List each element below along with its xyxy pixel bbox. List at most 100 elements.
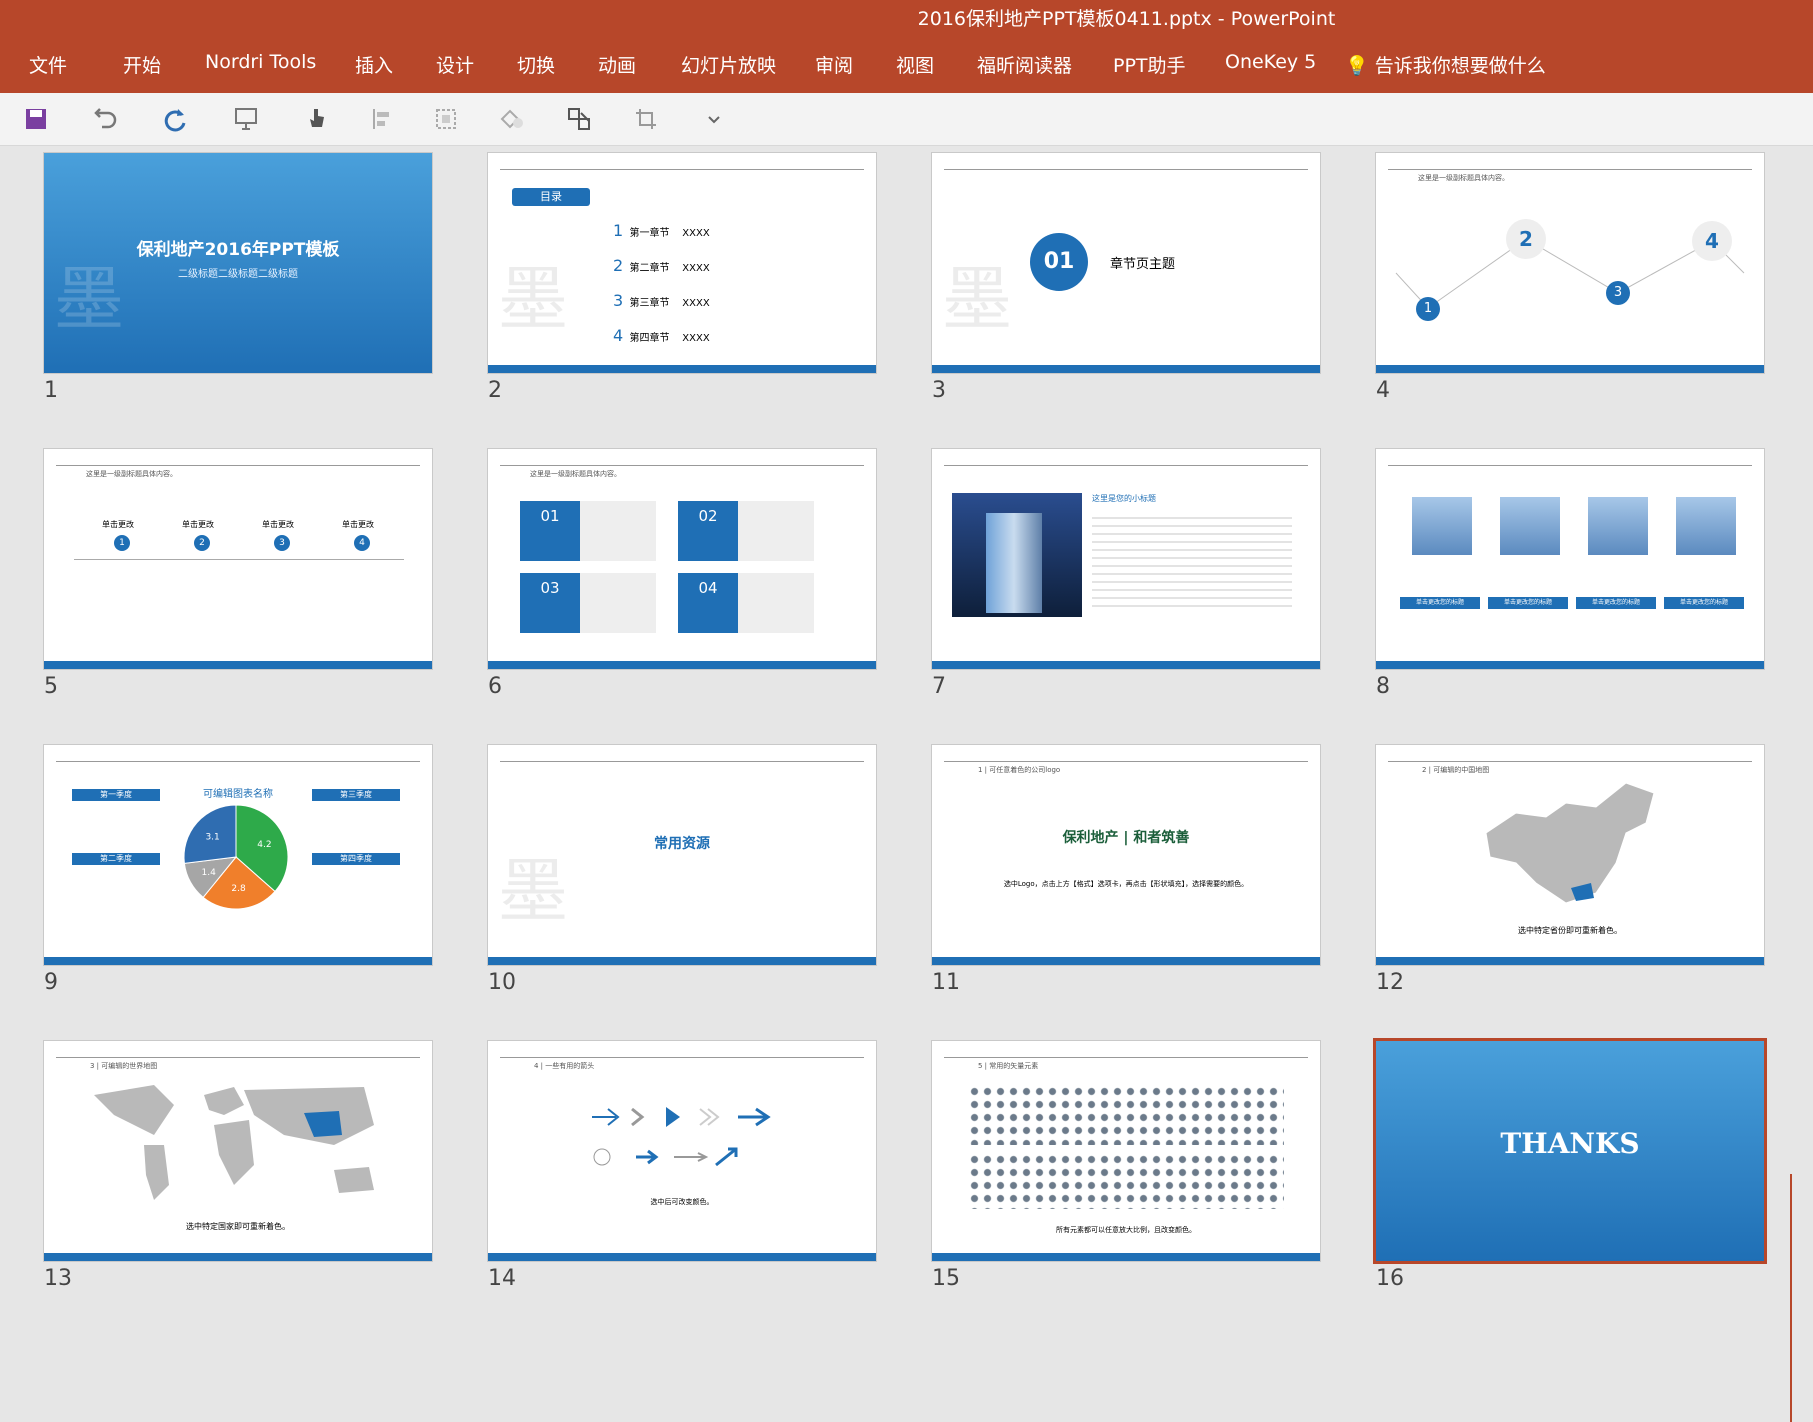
tell-me-search[interactable]: 💡 告诉我你想要做什么	[1345, 51, 1546, 78]
slide-footer-bar	[44, 661, 432, 669]
pie-chart: 4.2 2.8 1.4 3.1	[183, 804, 289, 910]
slide-divider	[56, 465, 420, 466]
touch-mode-icon[interactable]	[302, 105, 330, 133]
slide-divider	[500, 1057, 864, 1058]
customize-toolbar-icon[interactable]	[700, 105, 728, 133]
slide-number: 8	[1376, 674, 1390, 699]
body-text-lines	[1092, 511, 1292, 611]
quarter-label: 第二季度	[72, 853, 160, 865]
map-note: 选中特定国家即可重新着色。	[186, 1222, 290, 1231]
slide-number: 10	[488, 970, 516, 995]
slide-1-subtitle: 二级标题二级标题二级标题	[178, 269, 298, 280]
slide-footer-bar	[1376, 365, 1764, 373]
shapes-icon[interactable]	[498, 105, 526, 133]
slide-thumbnail-8[interactable]: 单击更改您的标题 单击更改您的标题 单击更改您的标题 单击更改您的标题	[1376, 449, 1764, 669]
slide-thumbnail-16[interactable]: THANKS	[1376, 1041, 1764, 1261]
tab-slideshow[interactable]: 幻灯片放映	[681, 51, 776, 78]
slide-thumbnail-2[interactable]: 墨 目录 1 第一章节 XXXX 2 第二章节 XXXX 3 第三章节 XXXX…	[488, 153, 876, 373]
crop-icon[interactable]	[632, 105, 660, 133]
slide-divider	[56, 761, 420, 762]
watermark: 墨	[498, 258, 568, 340]
redo-icon[interactable]	[162, 105, 190, 133]
tab-view[interactable]: 视图	[896, 51, 934, 78]
tell-me-text: 告诉我你想要做什么	[1374, 55, 1546, 77]
slide-caption: 这里是一级副标题具体内容。	[86, 470, 177, 478]
toc-list: 1 第一章节 XXXX 2 第二章节 XXXX 3 第三章节 XXXX 4 第四…	[613, 215, 710, 355]
map-note: 选中特定省份即可重新着色。	[1518, 926, 1622, 935]
slide-thumbnail-6[interactable]: 这里是一级副标题具体内容。 01 02 03 04	[488, 449, 876, 669]
slide-sorter-pane: 墨 保利地产2016年PPT模板 二级标题二级标题二级标题 1 墨 目录 1 第…	[0, 146, 1813, 1422]
slide-divider	[1388, 465, 1752, 466]
slide-thumbnail-11[interactable]: 1 | 可任意着色的公司logo 保利地产 | 和者筑善 选中Logo，点击上方…	[932, 745, 1320, 965]
slide-thumbnail-1[interactable]: 墨 保利地产2016年PPT模板 二级标题二级标题二级标题	[44, 153, 432, 373]
slide-footer-bar	[1376, 957, 1764, 965]
tab-insert[interactable]: 插入	[355, 51, 393, 78]
title-button: 单击更改您的标题	[1664, 597, 1744, 609]
tab-design[interactable]: 设计	[436, 51, 474, 78]
save-icon[interactable]	[22, 105, 50, 133]
slide-footer-bar	[488, 661, 876, 669]
slide-thumbnail-9[interactable]: 可编辑图表名称 第一季度 第二季度 第三季度 第四季度 4.2 2.8 1.4 3.1	[44, 745, 432, 965]
group-icon[interactable]	[432, 105, 460, 133]
slide-footer-bar	[932, 1253, 1320, 1261]
company-logo: 保利地产 | 和者筑善	[1062, 830, 1190, 846]
tab-home[interactable]: 开始	[123, 51, 161, 78]
slide-divider	[1388, 761, 1752, 762]
timeline-pin: 2	[194, 535, 210, 551]
slide-footer-bar	[932, 365, 1320, 373]
slide-number: 5	[44, 674, 58, 699]
timeline-pin: 4	[354, 535, 370, 551]
slide-thumbnail-7[interactable]: 这里是您的小标题	[932, 449, 1320, 669]
box-text	[738, 573, 814, 633]
slide-thumbnail-5[interactable]: 这里是一级副标题具体内容。 单击更改 单击更改 单击更改 单击更改 1 2 3 …	[44, 449, 432, 669]
slide-thumbnail-14[interactable]: 4 | 一些有用的箭头 选中后可改变颜色。	[488, 1041, 876, 1261]
timeline-line	[74, 559, 404, 560]
align-icon[interactable]	[369, 105, 397, 133]
timeline-label: 单击更改	[182, 520, 214, 529]
undo-icon[interactable]	[92, 105, 120, 133]
numbered-box: 01	[520, 501, 580, 561]
slide-thumbnail-10[interactable]: 墨 常用资源	[488, 745, 876, 965]
slide-number: 1	[44, 378, 58, 403]
step-circle: 1	[1416, 297, 1440, 321]
building-shape	[986, 513, 1042, 613]
slide-number: 9	[44, 970, 58, 995]
slide-thumbnail-13[interactable]: 3 | 可编辑的世界地图 选中特定国家即可重新着色。	[44, 1041, 432, 1261]
slide-number: 11	[932, 970, 960, 995]
slide-caption: 4 | 一些有用的箭头	[534, 1062, 595, 1070]
slide-divider	[944, 761, 1308, 762]
slide-thumbnail-4[interactable]: 这里是一级副标题具体内容。 2 4 1 3	[1376, 153, 1764, 373]
tab-file[interactable]: 文件	[29, 51, 67, 78]
tab-animations[interactable]: 动画	[598, 51, 636, 78]
tab-onekey[interactable]: OneKey 5	[1225, 51, 1316, 73]
city-photo	[1412, 497, 1472, 555]
slide-thumbnail-15[interactable]: 5 | 常用的矢量元素 所有元素都可以任意放大比例，且改变颜色。	[932, 1041, 1320, 1261]
tab-foxit-reader[interactable]: 福昕阅读器	[977, 51, 1072, 78]
slide-number: 4	[1376, 378, 1390, 403]
tab-review[interactable]: 审阅	[815, 51, 853, 78]
tab-ppt-helper[interactable]: PPT助手	[1113, 51, 1186, 78]
present-icon[interactable]	[232, 105, 260, 133]
toc-chapter: 第二章节	[629, 263, 670, 274]
slide-footer-bar	[488, 957, 876, 965]
slide-divider	[944, 1057, 1308, 1058]
toc-chapter: 第一章节	[629, 228, 670, 239]
world-map	[94, 1085, 374, 1200]
title-bar: 2016保利地产PPT模板0411.pptx - PowerPoint	[0, 0, 1813, 35]
ribbon-tabs: 文件 开始 Nordri Tools 插入 设计 切换 动画 幻灯片放映 审阅 …	[0, 35, 1813, 93]
numbered-box: 02	[678, 501, 738, 561]
slide-thumbnail-3[interactable]: 墨 01 章节页主题	[932, 153, 1320, 373]
slide-divider	[944, 465, 1308, 466]
tab-transitions[interactable]: 切换	[517, 51, 555, 78]
title-button: 单击更改您的标题	[1488, 597, 1568, 609]
slide-thumbnail-12[interactable]: 2 | 可编辑的中国地图 选中特定省份即可重新着色。	[1376, 745, 1764, 965]
icon-grid-bottom	[968, 1153, 1284, 1209]
quarter-label: 第三季度	[312, 789, 400, 801]
slide-footer-bar	[488, 1253, 876, 1261]
scrollbar[interactable]	[1790, 1174, 1792, 1422]
tab-nordri-tools[interactable]: Nordri Tools	[205, 51, 316, 73]
step-circle: 2	[1506, 219, 1546, 259]
slide-number: 7	[932, 674, 946, 699]
toc-chapter: 第三章节	[629, 298, 670, 309]
select-icon[interactable]	[565, 105, 593, 133]
